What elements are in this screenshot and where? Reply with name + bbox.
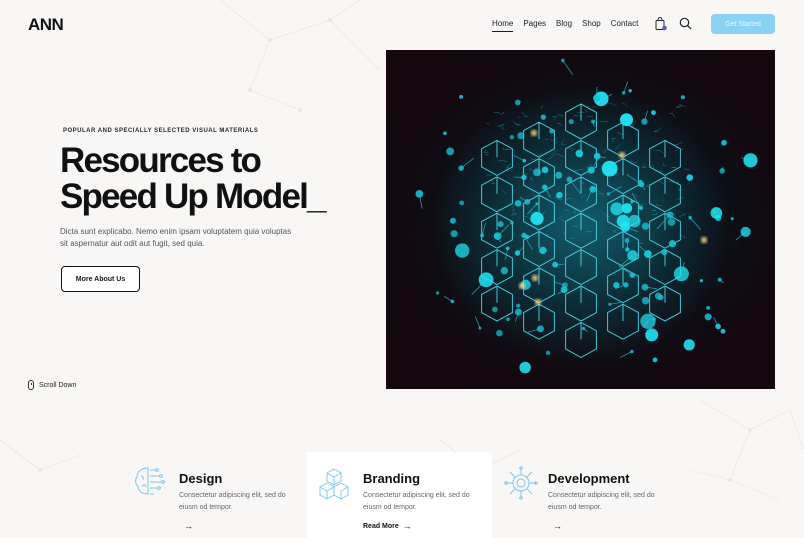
brain-circuit-icon [135,467,165,495]
arrow-right-icon: → [184,521,193,531]
shopping-bag-icon[interactable] [655,17,667,31]
neural-network-brain-illustration [415,58,758,374]
service-title-development: Development [548,471,630,486]
read-more-label: Read More [363,522,399,530]
nav-item-shop[interactable]: Shop [582,19,601,32]
hero-headline-line2: Speed Up Model_ [60,177,327,216]
service-link-design[interactable]: → [180,521,193,531]
nav-item-home[interactable]: Home [492,19,514,32]
more-about-us-button[interactable]: More About Us [61,266,140,292]
hero-description: Dicta sunt explicabo. Nemo enim ipsam vo… [60,227,292,248]
cubes-icon [319,468,349,500]
service-text-branding: Consectetur adipiscing elit, sed do eius… [363,492,470,511]
chip-icon [504,466,538,500]
search-icon[interactable] [679,17,692,30]
page: ANN Home Pages Blog Shop Contact Get Sta… [0,0,804,538]
scroll-down-label: Scroll Down [39,381,77,389]
service-card-design: Design Consectetur adipiscing elit, sed … [122,452,307,538]
main-nav: Home Pages Blog Shop Contact [492,19,638,32]
hero-headline-line1: Resources to [60,141,262,180]
hero-eyebrow: POPULAR AND SPECIALLY SELECTED VISUAL MA… [63,128,259,134]
service-card-branding: Branding Consectetur adipiscing elit, se… [307,452,492,538]
service-title-branding: Branding [363,471,421,486]
arrow-right-icon: → [402,521,412,531]
service-link-development[interactable]: → [549,521,562,531]
nav-item-pages[interactable]: Pages [523,19,546,32]
mouse-icon [28,380,34,390]
scroll-down-link[interactable]: Scroll Down [28,380,76,390]
hero-image [386,50,775,389]
service-card-development: Development Consectetur adipiscing elit,… [492,452,677,538]
service-text-design: Consectetur adipiscing elit, sed do eius… [179,492,286,511]
nav-item-blog[interactable]: Blog [556,19,572,32]
read-more-link[interactable]: Read More → [363,521,412,531]
hero-headline: Resources to Speed Up Model_ [60,143,360,215]
service-title-design: Design [179,471,223,486]
service-text-development: Consectetur adipiscing elit, sed do eius… [548,492,655,511]
logo[interactable]: ANN [28,15,64,35]
get-started-button[interactable]: Get Started [711,14,775,34]
nav-item-contact[interactable]: Contact [611,19,639,32]
arrow-right-icon: → [553,521,562,531]
